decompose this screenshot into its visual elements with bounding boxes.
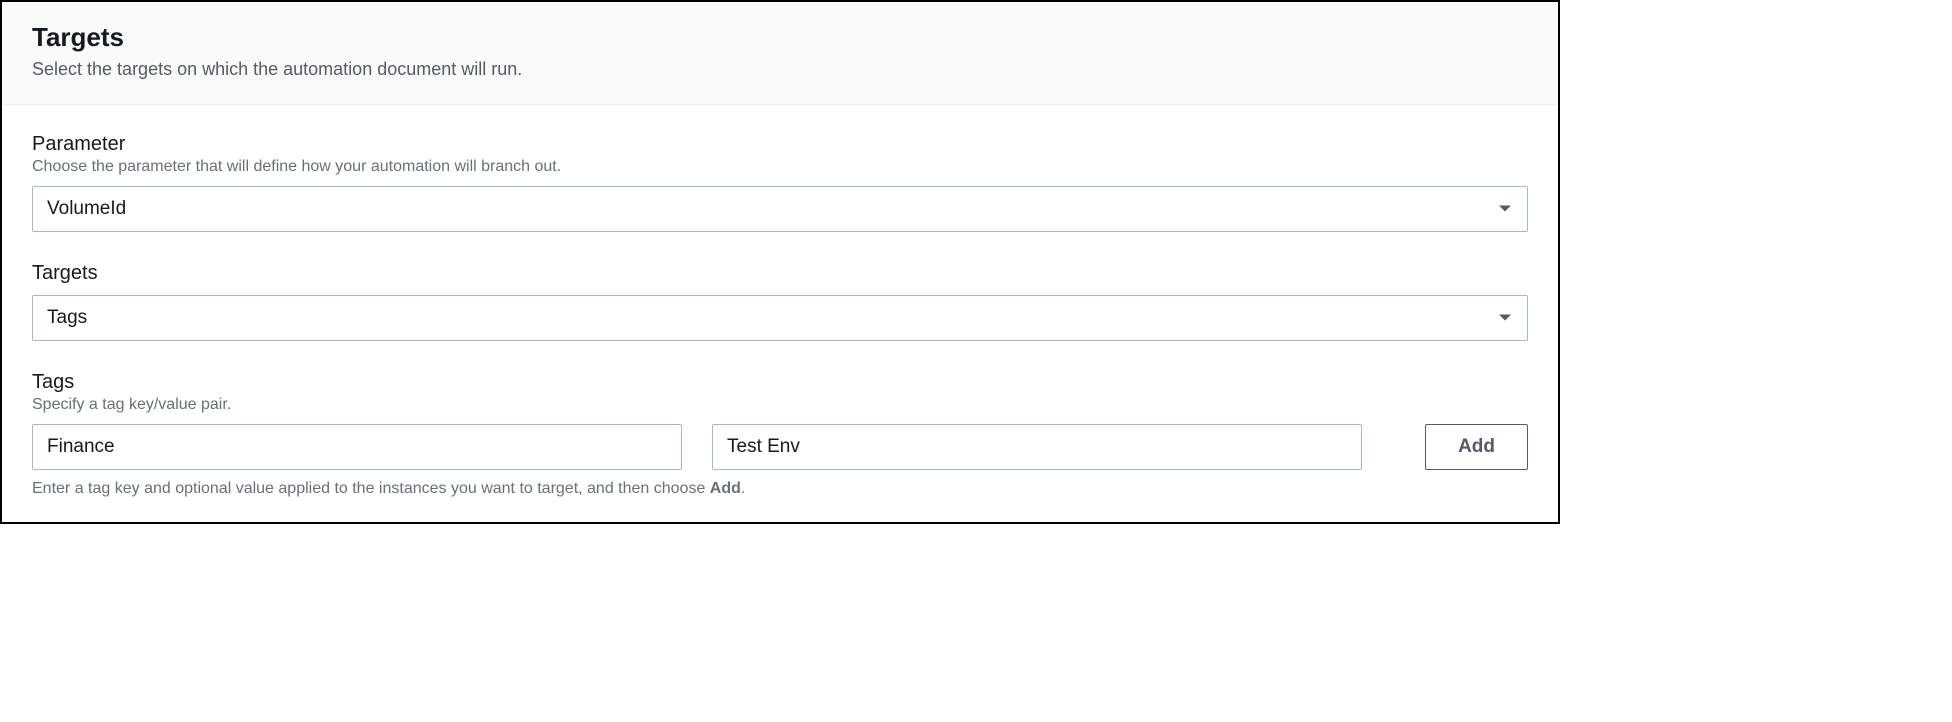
targets-select[interactable]: Tags (32, 295, 1528, 341)
targets-field-group: Targets Tags (32, 262, 1528, 341)
panel-subtitle: Select the targets on which the automati… (32, 59, 1528, 80)
targets-label: Targets (32, 262, 1528, 285)
parameter-label: Parameter (32, 133, 1528, 156)
tags-field-group: Tags Specify a tag key/value pair. Add E… (32, 371, 1528, 498)
panel-title: Targets (32, 22, 1528, 53)
parameter-description: Choose the parameter that will define ho… (32, 158, 1528, 176)
parameter-select-wrapper: VolumeId (32, 186, 1528, 232)
tag-key-input[interactable] (32, 424, 682, 470)
tags-label: Tags (32, 371, 1528, 394)
tags-input-row: Add (32, 424, 1528, 470)
tag-value-input[interactable] (712, 424, 1362, 470)
panel-body: Parameter Choose the parameter that will… (2, 105, 1558, 522)
tags-helper-prefix: Enter a tag key and optional value appli… (32, 480, 710, 497)
parameter-select[interactable]: VolumeId (32, 186, 1528, 232)
parameter-field-group: Parameter Choose the parameter that will… (32, 133, 1528, 232)
tags-helper-suffix: . (741, 480, 745, 497)
tags-description: Specify a tag key/value pair. (32, 396, 1528, 414)
targets-select-wrapper: Tags (32, 295, 1528, 341)
panel-header: Targets Select the targets on which the … (2, 2, 1558, 105)
tags-helper-text: Enter a tag key and optional value appli… (32, 480, 1528, 498)
targets-panel: Targets Select the targets on which the … (0, 0, 1560, 524)
add-button[interactable]: Add (1425, 424, 1528, 470)
tags-helper-bold: Add (710, 480, 741, 497)
